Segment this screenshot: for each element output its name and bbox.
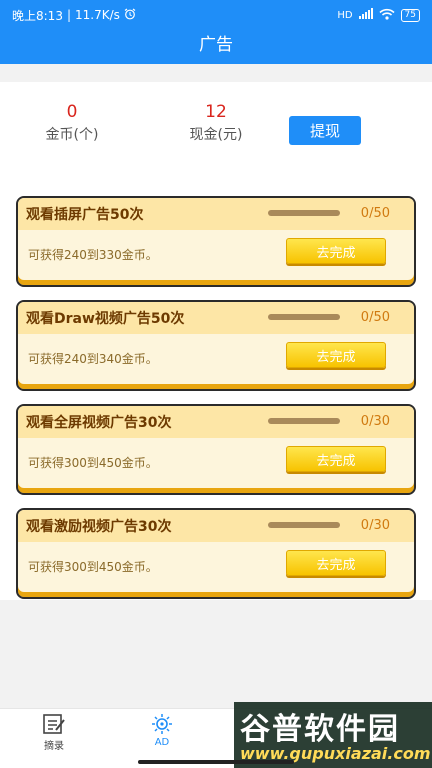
task-reward: 可获得300到450金币。 — [28, 456, 158, 470]
battery-icon: 75 — [400, 8, 420, 22]
signal-hd-label: HD — [337, 9, 353, 21]
status-speed: 11.7K/s — [75, 8, 120, 22]
cash-label: 现金(元) — [189, 127, 243, 143]
task-reward: 可获得240到330金币。 — [28, 248, 158, 262]
complete-task-button[interactable]: 去完成 — [286, 342, 386, 368]
task-progress-bar — [268, 418, 340, 424]
earnings-summary: 0 金币(个) 12 现金(元) 提现 — [0, 82, 432, 180]
coins-label: 金币(个) — [45, 127, 99, 143]
task-progress-text: 0/30 — [360, 414, 390, 429]
task-title: 观看Draw视频广告50次 — [26, 311, 185, 327]
task-card: 观看Draw视频广告50次 0/50 可获得240到340金币。 去完成 — [16, 300, 416, 391]
task-list: 观看插屏广告50次 0/50 可获得240到330金币。 去完成 观看Draw视… — [0, 180, 432, 600]
status-bar: 晚上8:13 | 11.7K/s HD 75 — [0, 0, 432, 30]
task-progress-text: 0/50 — [360, 206, 390, 221]
alarm-icon — [124, 8, 136, 23]
app-header: 晚上8:13 | 11.7K/s HD 75 广告 — [0, 0, 432, 64]
wifi-icon — [378, 8, 395, 23]
complete-task-button[interactable]: 去完成 — [286, 550, 386, 576]
task-progress-bar — [268, 314, 340, 320]
coins-value: 0 — [66, 102, 78, 122]
tab-ad[interactable]: AD — [132, 713, 192, 748]
cash-value: 12 — [205, 102, 227, 122]
status-time: 晚上8:13 — [12, 8, 63, 23]
task-reward: 可获得240到340金币。 — [28, 352, 158, 366]
task-progress-bar — [268, 522, 340, 528]
home-indicator[interactable] — [138, 760, 294, 764]
task-header: 观看Draw视频广告50次 0/50 — [18, 302, 414, 334]
site-watermark: 谷普软件园 www.gupuxiazai.com — [234, 702, 432, 768]
coins-stat: 0 金币(个) — [22, 100, 122, 146]
tab-label: 摘录 — [44, 741, 64, 752]
task-progress-bar — [268, 210, 340, 216]
task-progress-text: 0/50 — [360, 310, 390, 325]
task-header: 观看激励视频广告30次 0/30 — [18, 510, 414, 542]
task-card: 观看插屏广告50次 0/50 可获得240到330金币。 去完成 — [16, 196, 416, 287]
tab-label: AD — [154, 737, 170, 748]
cash-stat: 12 现金(元) — [166, 100, 266, 146]
task-card: 观看激励视频广告30次 0/30 可获得300到450金币。 去完成 — [16, 508, 416, 599]
sun-gear-icon — [132, 713, 192, 735]
tab-excerpt[interactable]: 摘录 — [24, 713, 84, 752]
edit-note-icon — [24, 713, 84, 735]
task-title: 观看激励视频广告30次 — [26, 519, 172, 535]
withdraw-button[interactable]: 提现 — [289, 116, 361, 145]
watermark-title: 谷普软件园 — [240, 712, 400, 747]
task-header: 观看插屏广告50次 0/50 — [18, 198, 414, 230]
complete-task-button[interactable]: 去完成 — [286, 238, 386, 264]
signal-icon — [358, 8, 373, 22]
task-progress-text: 0/30 — [360, 518, 390, 533]
task-title: 观看插屏广告50次 — [26, 207, 144, 223]
complete-task-button[interactable]: 去完成 — [286, 446, 386, 472]
task-header: 观看全屏视频广告30次 0/30 — [18, 406, 414, 438]
task-title: 观看全屏视频广告30次 — [26, 415, 172, 431]
task-reward: 可获得300到450金币。 — [28, 560, 158, 574]
page-title: 广告 — [199, 35, 233, 55]
task-card: 观看全屏视频广告30次 0/30 可获得300到450金币。 去完成 — [16, 404, 416, 495]
